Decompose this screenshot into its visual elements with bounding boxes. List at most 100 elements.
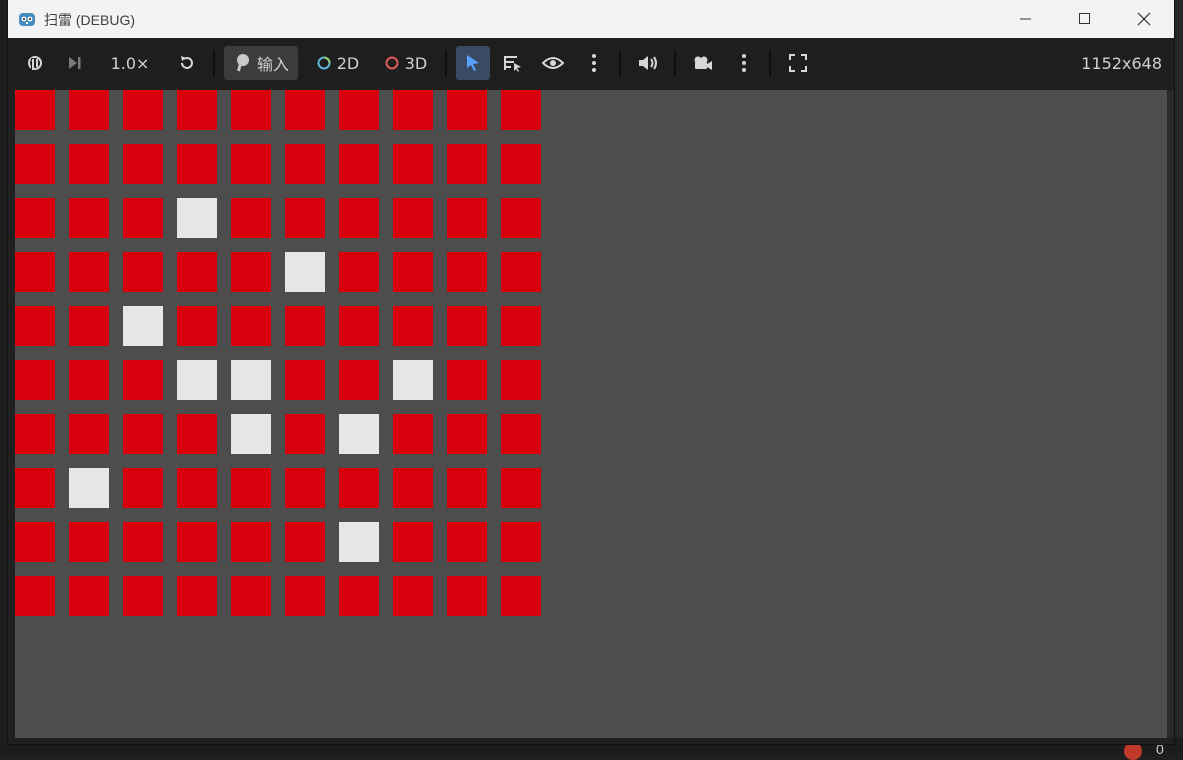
hidden-cell[interactable]: [15, 414, 55, 454]
camera-options-button[interactable]: [739, 50, 749, 76]
hidden-cell[interactable]: [393, 468, 433, 508]
hidden-cell[interactable]: [339, 576, 379, 616]
minimize-button[interactable]: [1003, 0, 1049, 38]
hidden-cell[interactable]: [123, 90, 163, 130]
next-frame-button[interactable]: [62, 50, 88, 76]
hidden-cell[interactable]: [285, 576, 325, 616]
hidden-cell[interactable]: [285, 198, 325, 238]
hidden-cell[interactable]: [69, 90, 109, 130]
hidden-cell[interactable]: [501, 522, 541, 562]
hidden-cell[interactable]: [15, 144, 55, 184]
hidden-cell[interactable]: [177, 306, 217, 346]
mute-audio-button[interactable]: [634, 50, 662, 76]
hidden-cell[interactable]: [15, 522, 55, 562]
hidden-cell[interactable]: [447, 90, 487, 130]
hidden-cell[interactable]: [393, 198, 433, 238]
hidden-cell[interactable]: [177, 414, 217, 454]
hidden-cell[interactable]: [393, 306, 433, 346]
hidden-cell[interactable]: [501, 90, 541, 130]
hidden-cell[interactable]: [231, 468, 271, 508]
pause-game-button[interactable]: [22, 50, 48, 76]
hidden-cell[interactable]: [69, 306, 109, 346]
hidden-cell[interactable]: [177, 468, 217, 508]
visibility-toggle-button[interactable]: [539, 50, 567, 76]
hidden-cell[interactable]: [15, 306, 55, 346]
hidden-cell[interactable]: [501, 144, 541, 184]
mode-2d-button[interactable]: 2D: [310, 50, 366, 76]
revealed-cell[interactable]: [177, 360, 217, 400]
hidden-cell[interactable]: [123, 198, 163, 238]
revealed-cell[interactable]: [339, 522, 379, 562]
hidden-cell[interactable]: [447, 576, 487, 616]
hidden-cell[interactable]: [393, 414, 433, 454]
select-mode-button[interactable]: [456, 46, 490, 80]
hidden-cell[interactable]: [393, 522, 433, 562]
hidden-cell[interactable]: [15, 198, 55, 238]
hidden-cell[interactable]: [339, 252, 379, 292]
hidden-cell[interactable]: [339, 468, 379, 508]
hidden-cell[interactable]: [177, 144, 217, 184]
hidden-cell[interactable]: [447, 360, 487, 400]
input-toggle-button[interactable]: 输入: [224, 46, 298, 80]
hidden-cell[interactable]: [285, 144, 325, 184]
hidden-cell[interactable]: [285, 306, 325, 346]
hidden-cell[interactable]: [177, 90, 217, 130]
hidden-cell[interactable]: [501, 468, 541, 508]
hidden-cell[interactable]: [69, 522, 109, 562]
revealed-cell[interactable]: [177, 198, 217, 238]
hidden-cell[interactable]: [285, 90, 325, 130]
hidden-cell[interactable]: [339, 306, 379, 346]
hidden-cell[interactable]: [69, 198, 109, 238]
hidden-cell[interactable]: [177, 252, 217, 292]
hidden-cell[interactable]: [123, 414, 163, 454]
hidden-cell[interactable]: [393, 90, 433, 130]
hidden-cell[interactable]: [231, 198, 271, 238]
speed-selector[interactable]: 1.0×: [106, 50, 154, 76]
hidden-cell[interactable]: [285, 468, 325, 508]
hidden-cell[interactable]: [285, 360, 325, 400]
hidden-cell[interactable]: [447, 198, 487, 238]
close-button[interactable]: [1121, 0, 1167, 38]
hidden-cell[interactable]: [285, 414, 325, 454]
maximize-button[interactable]: [1062, 0, 1108, 38]
revealed-cell[interactable]: [69, 468, 109, 508]
hidden-cell[interactable]: [123, 360, 163, 400]
hidden-cell[interactable]: [123, 144, 163, 184]
more-options-button[interactable]: [589, 50, 599, 76]
hidden-cell[interactable]: [231, 576, 271, 616]
camera-override-button[interactable]: [689, 50, 717, 76]
revealed-cell[interactable]: [123, 306, 163, 346]
hidden-cell[interactable]: [231, 252, 271, 292]
hidden-cell[interactable]: [447, 414, 487, 454]
hidden-cell[interactable]: [501, 576, 541, 616]
revealed-cell[interactable]: [231, 414, 271, 454]
hidden-cell[interactable]: [231, 144, 271, 184]
hidden-cell[interactable]: [177, 522, 217, 562]
hidden-cell[interactable]: [123, 468, 163, 508]
hidden-cell[interactable]: [69, 144, 109, 184]
hidden-cell[interactable]: [501, 360, 541, 400]
fullscreen-button[interactable]: [784, 50, 812, 76]
hidden-cell[interactable]: [69, 414, 109, 454]
hidden-cell[interactable]: [339, 198, 379, 238]
hidden-cell[interactable]: [231, 306, 271, 346]
hidden-cell[interactable]: [69, 576, 109, 616]
hidden-cell[interactable]: [231, 522, 271, 562]
reset-speed-button[interactable]: [174, 50, 200, 76]
hidden-cell[interactable]: [69, 252, 109, 292]
hidden-cell[interactable]: [447, 252, 487, 292]
revealed-cell[interactable]: [339, 414, 379, 454]
hidden-cell[interactable]: [177, 576, 217, 616]
hidden-cell[interactable]: [123, 522, 163, 562]
hidden-cell[interactable]: [339, 144, 379, 184]
hidden-cell[interactable]: [15, 576, 55, 616]
hidden-cell[interactable]: [393, 144, 433, 184]
hidden-cell[interactable]: [15, 468, 55, 508]
revealed-cell[interactable]: [285, 252, 325, 292]
hidden-cell[interactable]: [447, 522, 487, 562]
revealed-cell[interactable]: [231, 360, 271, 400]
hidden-cell[interactable]: [501, 198, 541, 238]
hidden-cell[interactable]: [123, 576, 163, 616]
hidden-cell[interactable]: [501, 414, 541, 454]
hidden-cell[interactable]: [123, 252, 163, 292]
